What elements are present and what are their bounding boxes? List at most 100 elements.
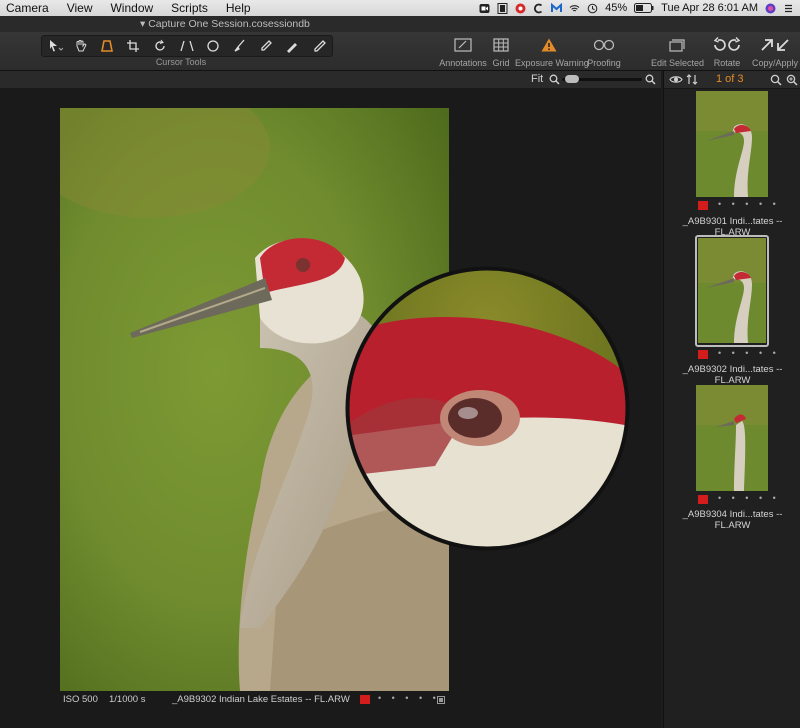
- rotate-cursor-icon: [154, 39, 165, 51]
- menu-help[interactable]: Help: [217, 1, 260, 15]
- spot-removal-tool[interactable]: [204, 39, 222, 53]
- menu-bar: Camera View Window Scripts Help 45% Tue …: [0, 0, 800, 16]
- battery-icon[interactable]: [634, 3, 654, 13]
- viewer-color-tag[interactable]: [360, 695, 370, 704]
- menu-window[interactable]: Window: [101, 1, 162, 15]
- cursor-tools-group: [41, 35, 333, 57]
- annotations-button[interactable]: Annotations: [438, 36, 488, 68]
- exposure-warning-button[interactable]: Exposure Warning: [515, 36, 589, 68]
- loupe-magnifier[interactable]: [345, 266, 630, 551]
- eraser-tool[interactable]: [283, 39, 301, 53]
- copy-arrow-icon: [761, 39, 773, 51]
- pen-icon: [314, 40, 326, 52]
- wifi-icon[interactable]: [569, 3, 580, 14]
- window-title-bar: ▾ Capture One Session.cosessiondb: [0, 16, 800, 32]
- thumbnail-filename: _A9B9302 Indi...tates -- FL.ARW: [682, 364, 783, 386]
- menu-scripts[interactable]: Scripts: [162, 1, 217, 15]
- proofing-label: Proofing: [587, 58, 621, 68]
- thumbnail-color-tag[interactable]: [698, 201, 708, 210]
- grid-button[interactable]: Grid: [490, 36, 512, 68]
- keystone-icon: [180, 40, 194, 52]
- picker-icon: [261, 40, 272, 51]
- viewer-info-icon[interactable]: [437, 696, 445, 704]
- shutter-value: 1/1000 s: [109, 694, 146, 705]
- crop-icon: [127, 40, 140, 52]
- exposure-warning-label: Exposure Warning: [515, 58, 589, 68]
- menu-camera[interactable]: Camera: [0, 1, 58, 15]
- stacked-images-icon: [669, 39, 685, 52]
- creative-cloud-icon[interactable]: [515, 3, 526, 14]
- main-toolbar: Cursor Tools Annotations Grid Exposure W…: [0, 32, 800, 71]
- rotate-tool[interactable]: [152, 39, 170, 53]
- annotations-label: Annotations: [439, 58, 487, 68]
- brush-tool[interactable]: [231, 39, 249, 53]
- browser-search-icon[interactable]: [770, 74, 782, 86]
- warning-icon: [541, 38, 557, 52]
- copy-apply-button[interactable]: Copy/Apply: [751, 36, 799, 68]
- browser-zoom-icon[interactable]: [786, 74, 798, 86]
- zoom-slider-knob[interactable]: [565, 75, 579, 83]
- browser-toolbar: 1 of 3: [664, 71, 800, 89]
- perspective-icon: [100, 40, 113, 52]
- notification-center-icon[interactable]: [783, 3, 794, 14]
- malwarebytes-icon[interactable]: [551, 2, 563, 14]
- apply-arrow-icon: [777, 39, 789, 51]
- cursor-tools-label: Cursor Tools: [155, 57, 207, 67]
- thumbnail-image[interactable]: [696, 91, 768, 197]
- eye-icon[interactable]: [669, 74, 683, 85]
- zoom-in-icon[interactable]: [645, 74, 656, 85]
- viewer-status-bar: ISO 500 1/1000 s _A9B9302 Indian Lake Es…: [0, 691, 661, 707]
- sort-icon[interactable]: [686, 74, 698, 85]
- thumbnail-image[interactable]: [696, 385, 768, 491]
- clock[interactable]: Tue Apr 28 6:01 AM: [661, 2, 758, 14]
- rotate-left-icon: [713, 37, 726, 51]
- viewer-rating-dots[interactable]: • • • • •: [378, 693, 440, 703]
- zoom-fit-label[interactable]: Fit: [531, 73, 543, 85]
- image-count: 1 of 3: [716, 73, 744, 85]
- rotate-right-icon: [728, 37, 741, 51]
- thumbnail-rating-dots[interactable]: • • • • •: [718, 493, 780, 503]
- time-machine-icon[interactable]: [587, 3, 598, 14]
- rotate-label: Rotate: [713, 58, 741, 68]
- viewer-toolbar: Fit: [0, 71, 661, 89]
- glasses-icon: [593, 39, 615, 51]
- window-title-text: Capture One Session.cosessiondb: [148, 18, 310, 30]
- thumbnail-filename: _A9B9304 Indi...tates -- FL.ARW: [682, 509, 783, 531]
- thumbnail-rating-dots[interactable]: • • • • •: [718, 348, 780, 358]
- copy-apply-label: Copy/Apply: [751, 58, 799, 68]
- siri-icon[interactable]: [765, 3, 776, 14]
- select-cursor-tool[interactable]: [46, 39, 64, 53]
- menu-view[interactable]: View: [58, 1, 102, 15]
- iso-value: ISO 500: [63, 694, 98, 705]
- window-title: ▾ Capture One Session.cosessiondb: [140, 18, 310, 30]
- crop-tool[interactable]: [125, 39, 143, 53]
- viewer-filename: _A9B9302 Indian Lake Estates -- FL.ARW: [172, 694, 350, 705]
- zoom-out-icon[interactable]: [549, 74, 560, 85]
- grid-label: Grid: [492, 58, 510, 68]
- edit-selected-label: Edit Selected: [651, 58, 705, 68]
- zoom-app-icon[interactable]: [479, 3, 490, 14]
- thumbnail-image[interactable]: [698, 238, 766, 343]
- thumbnail-color-tag[interactable]: [698, 350, 708, 359]
- rotate-button[interactable]: Rotate: [708, 36, 746, 68]
- annotations-icon: [454, 38, 472, 52]
- keystone-tool[interactable]: [178, 39, 196, 53]
- crop-bucket-tool[interactable]: [99, 39, 117, 53]
- color-picker-tool[interactable]: [257, 39, 275, 53]
- brush-icon: [234, 39, 245, 52]
- eraser-icon: [287, 43, 298, 53]
- film-icon[interactable]: [497, 2, 508, 14]
- grid-icon: [493, 38, 509, 52]
- pan-tool[interactable]: [73, 39, 91, 53]
- battery-percent: 45%: [605, 2, 628, 14]
- thumbnail-rating-dots[interactable]: • • • • •: [718, 199, 780, 209]
- c-app-icon[interactable]: [533, 3, 544, 14]
- annotate-tool[interactable]: [310, 39, 328, 53]
- circle-icon: [207, 40, 219, 52]
- thumbnail-color-tag[interactable]: [698, 495, 708, 504]
- proofing-button[interactable]: Proofing: [586, 36, 622, 68]
- arrow-icon: [50, 40, 64, 52]
- hand-icon: [76, 40, 86, 52]
- browser-panel: 1 of 3 • • • • • _A9B9301 Indi...tates -…: [663, 71, 800, 728]
- edit-selected-button[interactable]: Edit Selected: [651, 36, 705, 68]
